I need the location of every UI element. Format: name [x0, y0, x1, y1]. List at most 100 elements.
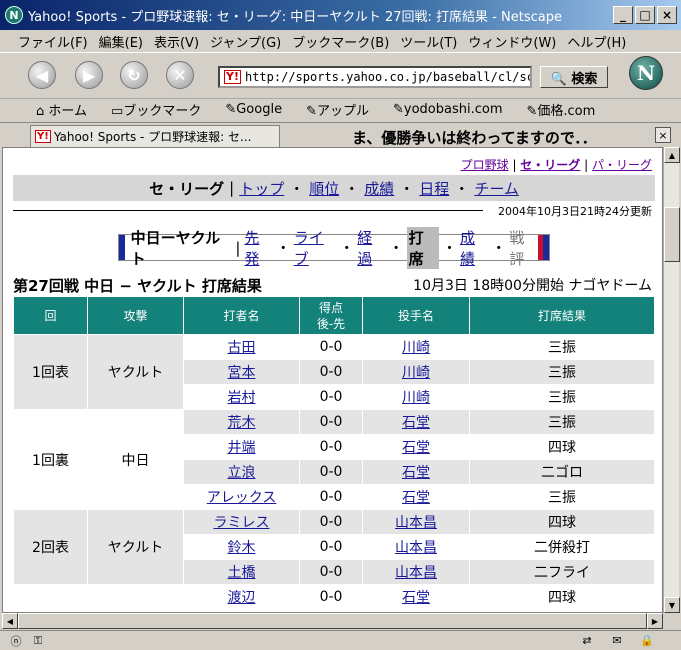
link-standings[interactable]: 順位: [309, 178, 339, 199]
vertical-scrollbar[interactable]: ▲ ▼: [663, 147, 680, 613]
link-progress[interactable]: 経過: [357, 227, 385, 269]
batter-cell: 荒木: [183, 409, 300, 435]
yodobashi-link[interactable]: ✎yodobashi.com: [393, 102, 515, 117]
scroll-left-icon[interactable]: ◀: [2, 613, 18, 629]
netscape-status-icon[interactable]: ⓝ: [8, 634, 24, 648]
navigation-toolbar: ◀ ▶ ↻ ✕ Y! http://sports.yahoo.co.jp/bas…: [0, 52, 681, 98]
horizontal-scroll-thumb[interactable]: [18, 613, 647, 629]
score-cell: 0-0: [299, 559, 363, 585]
menu-bookmarks[interactable]: ブックマーク(B): [292, 32, 389, 51]
tab-yahoo-sports[interactable]: Y! Yahoo! Sports - プロ野球速報: セ...: [30, 125, 280, 147]
batter-cell: 渡辺: [183, 584, 300, 610]
tab-label: Yahoo! Sports - プロ野球速報: セ...: [53, 130, 252, 144]
pitcher-cell: 山本昌: [362, 534, 470, 560]
menu-file[interactable]: ファイル(F): [18, 32, 88, 51]
close-tab-button[interactable]: ×: [655, 127, 671, 143]
link-stats[interactable]: 成績: [364, 178, 394, 199]
menu-tools[interactable]: ツール(T): [400, 32, 457, 51]
scroll-right-icon[interactable]: ▶: [647, 613, 663, 629]
batter-link[interactable]: 土橋: [228, 565, 256, 581]
link-live[interactable]: ライブ: [294, 227, 337, 269]
batter-link[interactable]: 荒木: [228, 415, 256, 431]
header-result: 打席結果: [469, 296, 655, 335]
stop-button[interactable]: ✕: [166, 61, 194, 89]
inning-cell: 1回表: [13, 334, 88, 410]
pitcher-link[interactable]: 川崎: [402, 390, 430, 406]
tab-favicon-icon: Y!: [35, 130, 51, 143]
batter-cell: 岩村: [183, 384, 300, 410]
pitcher-link[interactable]: 山本昌: [395, 540, 437, 556]
pitcher-link[interactable]: 石堂: [402, 440, 430, 456]
batter-cell: 土橋: [183, 559, 300, 585]
pitcher-cell: 川崎: [362, 384, 470, 410]
link-top[interactable]: トップ: [239, 178, 284, 199]
scroll-up-icon[interactable]: ▲: [664, 147, 680, 163]
horizontal-scrollbar[interactable]: ◀ ▶: [2, 613, 663, 629]
updated-timestamp: 2004年10月3日21時24分更新: [498, 205, 652, 218]
online-status-icon[interactable]: ⚿: [30, 634, 46, 648]
batter-cell: 宮本: [183, 359, 300, 385]
search-button[interactable]: 🔍 検索: [540, 66, 608, 88]
close-window-button[interactable]: ×: [657, 6, 677, 24]
batter-link[interactable]: ラミレス: [214, 515, 270, 531]
menu-go[interactable]: ジャンプ(G): [210, 32, 281, 51]
kakaku-link[interactable]: ✎価格.com: [527, 100, 608, 119]
pitcher-link[interactable]: 川崎: [402, 365, 430, 381]
current-league: セ・リーグ: [149, 179, 225, 198]
pitcher-link[interactable]: 石堂: [402, 590, 430, 606]
header-score: 得点 後-先: [299, 296, 363, 335]
batter-link[interactable]: アレックス: [207, 490, 277, 506]
link-teams[interactable]: チーム: [474, 178, 519, 199]
menu-window[interactable]: ウィンドウ(W): [468, 32, 556, 51]
minimize-button[interactable]: _: [613, 6, 633, 24]
apple-link[interactable]: ✎アップル: [306, 100, 381, 119]
link-schedule[interactable]: 日程: [419, 178, 449, 199]
score-cell: 0-0: [299, 584, 363, 610]
pitcher-link[interactable]: 山本昌: [395, 515, 437, 531]
score-cell: 0-0: [299, 434, 363, 460]
tab-at-bats-active: 打席: [406, 226, 439, 269]
offense-team-cell: 中日: [87, 409, 184, 510]
link-pro-baseball[interactable]: プロ野球: [461, 158, 509, 172]
pitcher-link[interactable]: 石堂: [402, 490, 430, 506]
pitcher-link[interactable]: 川崎: [402, 340, 430, 356]
batter-link[interactable]: 宮本: [228, 365, 256, 381]
table-row: 1回表 ヤクルト 古田 0-0 川崎 三振: [13, 334, 655, 410]
forward-button[interactable]: ▶: [75, 61, 103, 89]
menu-edit[interactable]: 編集(E): [99, 32, 143, 51]
pitcher-link[interactable]: 山本昌: [395, 565, 437, 581]
home-link[interactable]: ⌂ ホーム: [36, 100, 99, 119]
vertical-scroll-thumb[interactable]: [664, 207, 680, 262]
home-label: ホーム: [48, 104, 88, 119]
stop-icon: ✕: [173, 65, 187, 85]
header-offense: 攻撃: [87, 296, 184, 335]
url-input[interactable]: Y! http://sports.yahoo.co.jp/baseball/cl…: [218, 66, 532, 88]
batter-link[interactable]: 古田: [228, 340, 256, 356]
offense-team-cell: ヤクルト: [87, 334, 184, 410]
maximize-button[interactable]: □: [635, 6, 655, 24]
bookmarks-link[interactable]: ▭ブックマーク: [111, 100, 213, 119]
reload-button[interactable]: ↻: [120, 61, 148, 89]
pitcher-link[interactable]: 石堂: [402, 415, 430, 431]
batter-link[interactable]: 渡辺: [228, 590, 256, 606]
google-link[interactable]: ✎Google: [225, 102, 294, 117]
link-game-stats[interactable]: 成績: [460, 227, 488, 269]
batter-link[interactable]: 立浪: [228, 465, 256, 481]
batter-link[interactable]: 岩村: [228, 390, 256, 406]
batter-link[interactable]: 鈴木: [228, 540, 256, 556]
link-pacific-league[interactable]: パ・リーグ: [592, 158, 652, 172]
link-starters[interactable]: 先発: [244, 227, 272, 269]
menu-view[interactable]: 表示(V): [154, 32, 199, 51]
link-central-league[interactable]: セ・リーグ: [520, 158, 580, 172]
netscape-logo-icon[interactable]: N: [629, 56, 663, 90]
result-cell: 二フライ: [469, 559, 655, 585]
scroll-down-icon[interactable]: ▼: [664, 597, 680, 613]
batter-link[interactable]: 井端: [228, 440, 256, 456]
result-cell: 三振: [469, 484, 655, 510]
pitcher-link[interactable]: 石堂: [402, 465, 430, 481]
back-button[interactable]: ◀: [28, 61, 56, 89]
menu-help[interactable]: ヘルプ(H): [567, 32, 626, 51]
result-cell: 三振: [469, 334, 655, 360]
kakaku-label: 価格.com: [537, 104, 596, 119]
window-titlebar[interactable]: N Yahoo! Sports - プロ野球速報: セ・リーグ: 中日ーヤクルト…: [0, 0, 681, 30]
